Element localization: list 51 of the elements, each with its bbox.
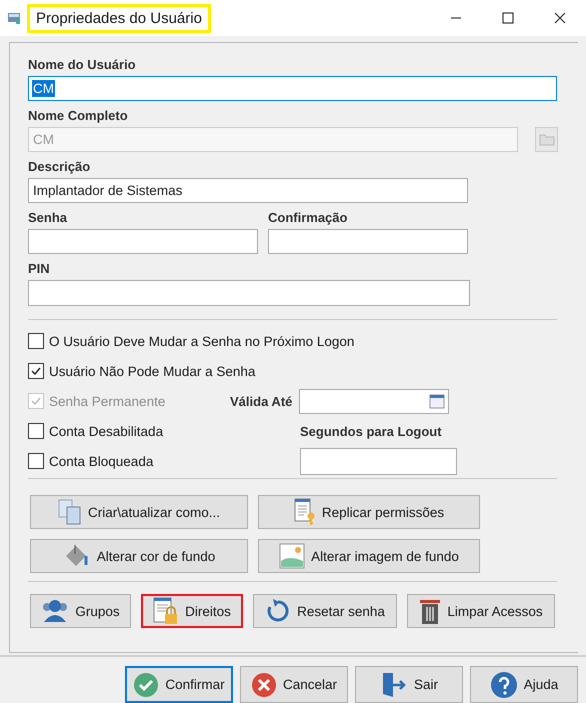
input-field[interactable]: CM bbox=[28, 76, 557, 101]
dialog-button[interactable]: Sair bbox=[355, 666, 463, 703]
document-lock-icon bbox=[153, 597, 180, 625]
field-label: PIN bbox=[28, 261, 51, 276]
rights-button[interactable]: Limpar Acessos bbox=[407, 594, 555, 628]
field-label: Confirmação bbox=[268, 210, 348, 225]
help-icon bbox=[490, 670, 518, 698]
checkbox[interactable]: Usuário Não Pode Mudar a Senha bbox=[28, 363, 558, 379]
rights-button[interactable]: Grupos bbox=[30, 594, 131, 628]
field-label: Segundos para Logout bbox=[300, 424, 443, 438]
cancel-icon bbox=[250, 672, 277, 698]
image-icon bbox=[279, 543, 306, 569]
field-label: Nome do Usuário bbox=[28, 57, 137, 72]
rights-button[interactable]: Direitos bbox=[141, 594, 243, 628]
action-button[interactable]: Criar\atualizar como... bbox=[30, 495, 248, 529]
field-label: Nome Completo bbox=[28, 108, 129, 123]
checkbox[interactable]: Conta Desabilitada bbox=[28, 423, 230, 439]
trash-icon bbox=[419, 597, 442, 625]
maximize-icon bbox=[502, 12, 514, 24]
field-label: Senha bbox=[28, 210, 68, 225]
rights-button[interactable]: Resetar senha bbox=[253, 594, 397, 628]
checkbox[interactable]: Conta Bloqueada bbox=[28, 453, 230, 469]
app-icon bbox=[7, 11, 21, 25]
input-field[interactable]: Implantador de Sistemas bbox=[28, 178, 468, 203]
check-icon bbox=[133, 672, 160, 698]
action-button[interactable]: Alterar imagem de fundo bbox=[258, 539, 480, 573]
calendar-icon bbox=[429, 394, 446, 408]
field-label: Válida Até bbox=[230, 394, 292, 408]
documents-icon bbox=[58, 499, 82, 525]
input-field[interactable] bbox=[28, 229, 258, 254]
input-field[interactable] bbox=[268, 229, 468, 254]
window-title: Propriedades do Usuário bbox=[27, 4, 211, 32]
field-label: Descrição bbox=[28, 159, 92, 174]
action-button[interactable]: Replicar permissões bbox=[258, 495, 480, 529]
action-button[interactable]: Alterar cor de fundo bbox=[30, 539, 248, 573]
document-key-icon bbox=[294, 498, 316, 526]
users-icon bbox=[41, 598, 70, 624]
dialog-button[interactable]: Ajuda bbox=[470, 666, 578, 703]
checkmark-icon bbox=[30, 395, 42, 407]
date-field[interactable] bbox=[299, 388, 450, 414]
checkbox[interactable]: O Usuário Deve Mudar a Senha no Próximo Logon bbox=[28, 333, 558, 349]
checkbox: Senha Permanente bbox=[28, 393, 230, 409]
input-field[interactable] bbox=[28, 280, 470, 306]
refresh-icon bbox=[265, 598, 292, 624]
selected-text: CM bbox=[32, 80, 55, 97]
dialog-button[interactable]: Confirmar bbox=[125, 666, 233, 703]
dialog-button[interactable]: Cancelar bbox=[240, 666, 348, 703]
close-icon bbox=[554, 12, 566, 24]
input-field[interactable] bbox=[300, 448, 457, 474]
checkmark-icon bbox=[30, 365, 42, 377]
folder-icon bbox=[538, 133, 554, 146]
